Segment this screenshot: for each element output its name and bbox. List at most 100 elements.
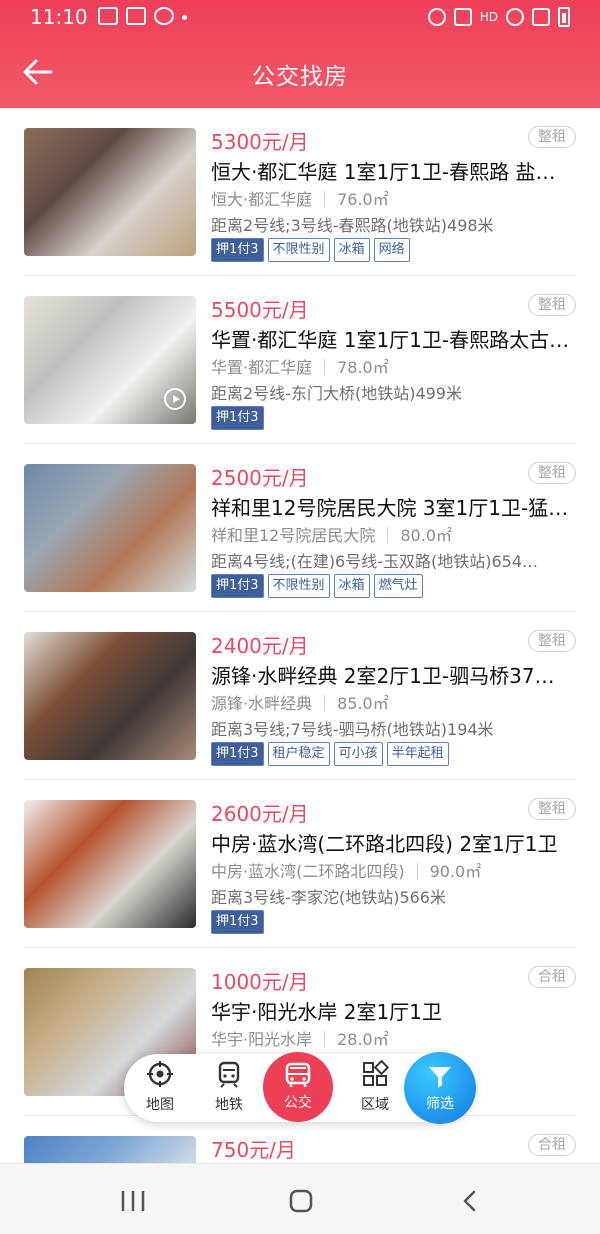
- listing-card[interactable]: 5500元/月 整租华置·都汇华庭 1室1厅1卫-春熙路太古… 华置·都汇华庭 78.…: [24, 276, 576, 444]
- community-name: 华宇·阳光水岸: [211, 1030, 313, 1049]
- listing-meta: 源锋·水畔经典 85.0㎡: [211, 690, 389, 714]
- listing-card[interactable]: 5300元/月 整租恒大·都汇华庭 1室1厅1卫-春熙路 盐… 恒大·都汇华庭 76.…: [24, 108, 576, 276]
- listing-meta: 恒大·都汇华庭 76.0㎡: [211, 186, 389, 210]
- listing-list[interactable]: 5300元/月 整租 恒大·都汇华庭 1室1厅1卫-春熙路 盐… 恒大·都汇华庭 76.…: [0, 108, 600, 1163]
- listing-meta: 华置·都汇华庭 78.0㎡: [211, 354, 389, 378]
- listing-area: 90.0㎡: [429, 862, 482, 881]
- metro-distance: 距离2号线;3号线-春熙路(地铁站)498米: [211, 216, 494, 235]
- listing-meta: 祥和里12号院居民大院 80.0㎡: [211, 522, 452, 546]
- metro-distance: 距离2号线-东门大桥(地铁站)499米: [211, 384, 462, 403]
- community-name: 华置·都汇华庭: [211, 358, 313, 377]
- metro-train-icon: [215, 1060, 243, 1088]
- payment-tag: 押1付3: [211, 238, 264, 262]
- listing-price: 5500元/月: [211, 298, 309, 322]
- listing-price: 2600元/月: [211, 802, 309, 826]
- listing-price: 2500元/月: [211, 466, 309, 490]
- video-play-icon[interactable]: [164, 388, 186, 410]
- community-name: 祥和里12号院居民大院: [211, 526, 376, 545]
- community-name: 中房·蓝水湾(二环路北四段): [211, 862, 405, 881]
- listing-card[interactable]: 750元/月 合租: [24, 1116, 576, 1163]
- message-icon: [126, 7, 146, 25]
- feature-tag: 租户稳定: [267, 742, 330, 766]
- status-system-icons: HD: [427, 7, 570, 27]
- listing-photo[interactable]: [24, 1136, 196, 1163]
- app-header: 11:10 HD 公交找房: [0, 0, 600, 108]
- area-button[interactable]: 区域: [347, 1059, 403, 1118]
- community-name: 恒大·都汇华庭: [211, 190, 313, 209]
- mute-icon: [453, 8, 472, 26]
- listing-title: 祥和里12号院居民大院 3室1厅1卫-猛…: [211, 496, 569, 520]
- payment-tag: 押1付3: [211, 742, 264, 766]
- listing-tags: 押1付3: [211, 910, 264, 934]
- listing-photo[interactable]: [24, 128, 196, 256]
- bus-label: 公交: [284, 1095, 312, 1111]
- listing-tags: 押1付3: [211, 406, 264, 430]
- map-label: 地图: [146, 1097, 174, 1113]
- listing-card[interactable]: 2600元/月 整租中房·蓝水湾(二环路北四段) 2室1厅1卫中房·蓝水湾(二环路…: [24, 780, 576, 948]
- listing-area: 28.0㎡: [337, 1030, 389, 1049]
- listing-price: 750元/月: [211, 1138, 296, 1162]
- more-dot-icon: [182, 15, 187, 20]
- status-notification-icons: [98, 7, 187, 25]
- listing-meta: 华宇·阳光水岸 28.0㎡: [211, 1026, 389, 1050]
- system-back-button[interactable]: [448, 1187, 492, 1217]
- hd-label: HD: [479, 10, 498, 24]
- listing-photo[interactable]: [24, 296, 196, 424]
- crosshair-icon: [146, 1060, 174, 1088]
- chevron-left-icon: [463, 1190, 476, 1212]
- metro-label: 地铁: [215, 1097, 243, 1113]
- recent-apps-icon: [121, 1191, 145, 1211]
- home-button[interactable]: [279, 1187, 323, 1217]
- rental-type-badge: 整租: [528, 798, 576, 820]
- feature-tag: 冰箱: [333, 238, 370, 262]
- feature-tag: 燃气灶: [373, 574, 423, 598]
- meta-divider: [324, 695, 326, 711]
- listing-tags: 押1付3 租户稳定 可小孩 半年起租: [211, 742, 449, 766]
- metro-distance: 距离3号线;7号线-驷马桥(地铁站)194米: [211, 720, 494, 739]
- map-button[interactable]: 地图: [132, 1060, 188, 1118]
- meta-divider: [324, 191, 326, 207]
- rental-type-badge: 合租: [528, 966, 576, 988]
- filter-button[interactable]: 筛选: [404, 1052, 476, 1124]
- meta-divider: [387, 527, 389, 543]
- recent-apps-button[interactable]: [112, 1187, 156, 1217]
- listing-title: 中房·蓝水湾(二环路北四段) 2室1厅1卫: [211, 832, 558, 856]
- rental-type-badge: 整租: [528, 630, 576, 652]
- listing-title: 恒大·都汇华庭 1室1厅1卫-春熙路 盐…: [211, 160, 556, 184]
- bus-icon: [283, 1060, 313, 1090]
- funnel-icon: [425, 1062, 455, 1092]
- wifi-icon: [506, 8, 524, 26]
- payment-tag: 押1付3: [211, 574, 264, 598]
- home-icon: [289, 1189, 313, 1213]
- rental-type-badge: 合租: [528, 1134, 576, 1156]
- area-label: 区域: [361, 1097, 389, 1113]
- listing-area: 78.0㎡: [337, 358, 389, 377]
- listing-photo[interactable]: [24, 464, 196, 592]
- feature-tag: 半年起租: [386, 742, 449, 766]
- feature-tag: 网络: [373, 238, 410, 262]
- payment-tag: 押1付3: [211, 406, 264, 430]
- rental-type-badge: 整租: [528, 294, 576, 316]
- battery-icon: [558, 7, 570, 27]
- rental-type-badge: 整租: [528, 126, 576, 148]
- listing-photo[interactable]: [24, 632, 196, 760]
- bus-button[interactable]: 公交: [263, 1052, 333, 1122]
- listing-title: 源锋·水畔经典 2室2厅1卫-驷马桥37…: [211, 664, 555, 688]
- community-name: 源锋·水畔经典: [211, 694, 313, 713]
- grid-icon: [361, 1059, 390, 1088]
- listing-photo[interactable]: [24, 800, 196, 928]
- listing-card[interactable]: 2500元/月 整租 祥和里12号院居民大院 3室1厅1卫-猛… 祥和里12号院居民大…: [24, 444, 576, 612]
- listing-price: 5300元/月: [211, 130, 309, 154]
- listing-card[interactable]: 2400元/月 整租 源锋·水畔经典 2室2厅1卫-驷马桥37… 源锋·水畔经典 85.…: [24, 612, 576, 780]
- navigation-bar: 公交找房: [0, 36, 600, 108]
- meta-divider: [324, 359, 326, 375]
- status-bar: 11:10 HD: [0, 0, 600, 36]
- metro-button[interactable]: 地铁: [201, 1060, 257, 1118]
- page-title: 公交找房: [252, 64, 348, 90]
- listing-price: 1000元/月: [211, 970, 309, 994]
- meta-divider: [416, 863, 418, 879]
- image-icon: [98, 7, 118, 25]
- feature-tag: 不限性别: [267, 238, 330, 262]
- listing-title: 华置·都汇华庭 1室1厅1卫-春熙路太古…: [211, 328, 570, 352]
- metro-distance: 距离3号线-李家沱(地铁站)566米: [211, 888, 446, 907]
